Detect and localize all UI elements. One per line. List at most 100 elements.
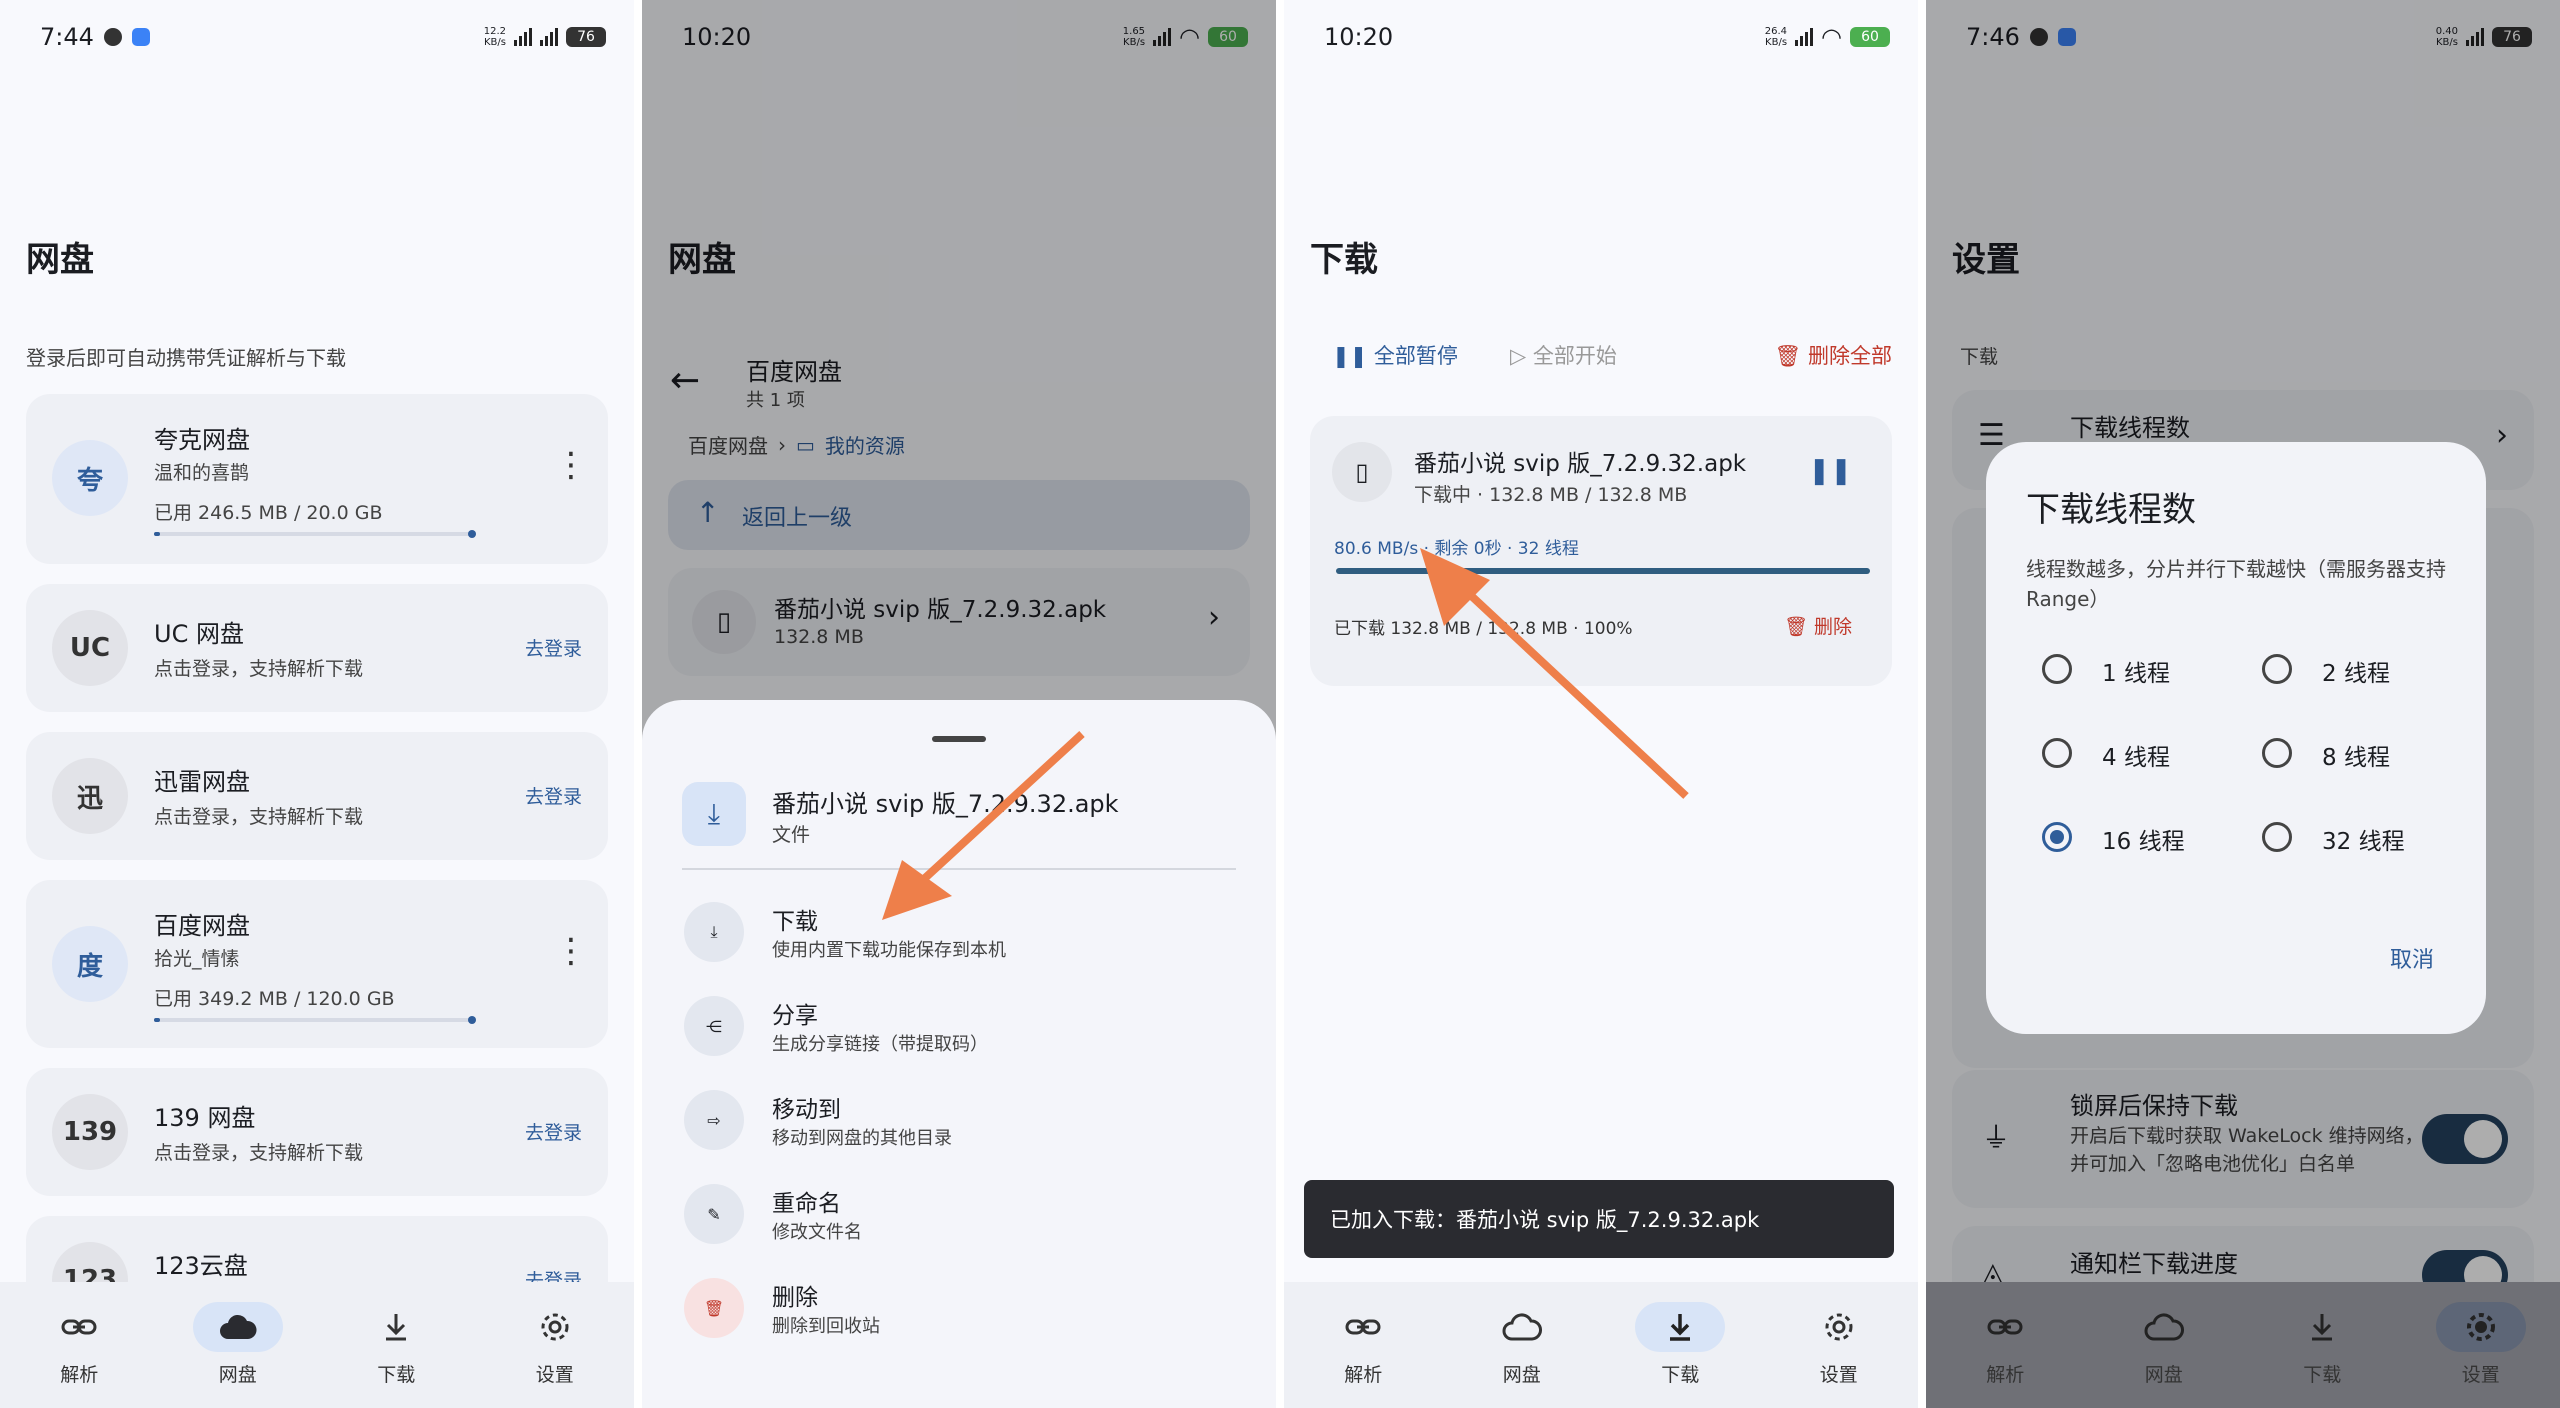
trash-icon: 🗑: [1783, 616, 1814, 638]
delete-all-label: 删除全部: [1808, 344, 1892, 368]
bottom-sheet: ⤓ 番茄小说 svip 版_7.2.9.32.apk 文件 ⤓ 下载 使用内置下载功…: [642, 700, 1276, 1408]
gear-icon: [541, 1313, 569, 1341]
nav-settings[interactable]: 设置: [495, 1302, 615, 1387]
login-link[interactable]: 去登录: [525, 634, 582, 661]
nav-label: 解析: [1344, 1364, 1383, 1386]
cloud-card-uc[interactable]: UC UC 网盘 点击登录，支持解析下载 去登录: [26, 584, 608, 712]
dialog-desc: 线程数越多，分片并行下载越快（需服务器支持 Range）: [2026, 557, 2446, 611]
nav-download[interactable]: 下载: [1620, 1302, 1740, 1387]
speed-info: 80.6 MB/s · 剩余 0秒 · 32 线程: [1334, 539, 1579, 559]
radio-8[interactable]: [2262, 738, 2292, 768]
cloud-card-xunlei[interactable]: 迅 迅雷网盘 点击登录，支持解析下载 去登录: [26, 732, 608, 860]
action-download[interactable]: ⤓ 下载 使用内置下载功能保存到本机: [684, 896, 1236, 966]
task-file-name: 番茄小说 svip 版_7.2.9.32.apk: [1414, 451, 1747, 477]
radio-32[interactable]: [2262, 822, 2292, 852]
cloud-usage: 已用 349.2 MB / 120.0 GB: [154, 988, 395, 1010]
download-icon: [386, 1314, 407, 1341]
radio-1[interactable]: [2042, 654, 2072, 684]
signal-icon: [540, 28, 558, 46]
cloud-usage: 已用 246.5 MB / 20.0 GB: [154, 502, 383, 524]
more-vert-icon[interactable]: ⋮: [554, 934, 588, 968]
cloud-icon: [2144, 1313, 2184, 1341]
bottom-nav: 解析 网盘 下载 设置: [1926, 1282, 2560, 1408]
cloud-desc: 点击登录，支持解析下载: [154, 658, 364, 680]
avatar: 度: [52, 926, 128, 1002]
cloud-desc: 点击登录，支持解析下载: [154, 1142, 364, 1164]
pause-all-button[interactable]: ❚❚ 全部暂停: [1332, 340, 1458, 370]
cloud-card-139[interactable]: 139 139 网盘 点击登录，支持解析下载 去登录: [26, 1068, 608, 1196]
nav-parse[interactable]: 解析: [19, 1302, 139, 1387]
task-state: 下载中 · 132.8 MB / 132.8 MB: [1414, 484, 1688, 506]
delete-all-button[interactable]: 🗑 删除全部: [1775, 340, 1892, 370]
file-icon: ▯: [1332, 442, 1392, 502]
login-link[interactable]: 去登录: [525, 782, 582, 809]
nav-disk[interactable]: 网盘: [2104, 1302, 2224, 1387]
clock: 7:44: [40, 23, 94, 51]
battery-icon: 76: [566, 27, 606, 47]
gear-icon: [1825, 1313, 1853, 1341]
action-move[interactable]: ⇨ 移动到 移动到网盘的其他目录: [684, 1084, 1236, 1154]
download-toolbar: ❚❚ 全部暂停 ▷ 全部开始 🗑 删除全部: [1310, 340, 1892, 380]
download-icon: [2312, 1314, 2333, 1341]
delete-task-button[interactable]: 🗑 删除: [1784, 612, 1852, 639]
action-rename[interactable]: ✎ 重命名 修改文件名: [684, 1178, 1236, 1248]
share-icon: ⋲: [684, 996, 744, 1056]
option-label: 32 线程: [2322, 829, 2405, 855]
cloud-name: 夸克网盘: [154, 426, 250, 454]
usage-bar: [154, 530, 476, 538]
action-desc: 使用内置下载功能保存到本机: [772, 940, 1006, 961]
option-label: 2 线程: [2322, 661, 2390, 687]
download-task-card[interactable]: ▯ 番茄小说 svip 版_7.2.9.32.apk 下载中 · 132.8 M…: [1310, 416, 1892, 686]
nav-settings[interactable]: 设置: [1779, 1302, 1899, 1387]
action-delete[interactable]: 🗑 删除 删除到回收站: [684, 1272, 1236, 1342]
cloud-account: 拾光_情愫: [154, 948, 240, 970]
cloud-icon: [1502, 1313, 1542, 1341]
start-all-button[interactable]: ▷ 全部开始: [1510, 340, 1617, 370]
drag-handle[interactable]: [932, 736, 986, 742]
radio-4[interactable]: [2042, 738, 2072, 768]
page-title: 下载: [1310, 240, 1378, 280]
nav-disk[interactable]: 网盘: [178, 1302, 298, 1387]
action-desc: 移动到网盘的其他目录: [772, 1128, 952, 1149]
page-subtitle: 登录后即可自动携带凭证解析与下载: [26, 346, 346, 370]
nav-label: 解析: [1986, 1364, 2025, 1386]
cloud-card-quark[interactable]: 夸 夸克网盘 温和的喜鹊 已用 246.5 MB / 20.0 GB ⋮: [26, 394, 608, 564]
download-icon: [1670, 1314, 1691, 1341]
radio-2[interactable]: [2262, 654, 2292, 684]
bottom-nav: 解析 网盘 下载 设置: [0, 1282, 634, 1408]
downloaded-info: 已下载 132.8 MB / 132.8 MB · 100%: [1334, 619, 1633, 639]
app-notification-icon: [131, 28, 150, 46]
snackbar: 已加入下载：番茄小说 svip 版_7.2.9.32.apk: [1304, 1180, 1894, 1258]
bottom-nav: 解析 网盘 下载 设置: [1284, 1282, 1918, 1408]
nav-parse[interactable]: 解析: [1303, 1302, 1423, 1387]
avatar: 夸: [52, 440, 128, 516]
nav-disk[interactable]: 网盘: [1462, 1302, 1582, 1387]
action-title: 重命名: [772, 1191, 841, 1217]
pencil-icon: ✎: [684, 1184, 744, 1244]
nav-label: 设置: [535, 1364, 574, 1386]
action-title: 移动到: [772, 1097, 841, 1123]
nav-parse[interactable]: 解析: [1945, 1302, 2065, 1387]
login-link[interactable]: 去登录: [525, 1118, 582, 1145]
nav-label: 下载: [2303, 1364, 2342, 1386]
avatar: UC: [52, 610, 128, 686]
status-bar: 7:44 12.2 KB/s 76: [40, 22, 606, 52]
avatar: 139: [52, 1094, 128, 1170]
action-share[interactable]: ⋲ 分享 生成分享链接（带提取码）: [684, 990, 1236, 1060]
radio-16[interactable]: [2042, 822, 2072, 852]
net-speed: 12.2 KB/s: [483, 26, 506, 48]
more-vert-icon[interactable]: ⋮: [554, 448, 588, 482]
play-icon: ▷: [1510, 344, 1533, 368]
cancel-button[interactable]: 取消: [2390, 942, 2434, 974]
pause-button[interactable]: ❚❚: [1808, 456, 1852, 486]
dialog-title: 下载线程数: [2026, 490, 2196, 530]
progress-bar: [1336, 568, 1870, 574]
cloud-name: 123云盘: [154, 1252, 248, 1280]
nav-download[interactable]: 下载: [2262, 1302, 2382, 1387]
nav-download[interactable]: 下载: [336, 1302, 456, 1387]
cloud-card-baidu[interactable]: 度 百度网盘 拾光_情愫 已用 349.2 MB / 120.0 GB ⋮: [26, 880, 608, 1048]
link-icon: [61, 1319, 97, 1335]
cloud-name: 百度网盘: [154, 912, 250, 940]
nav-settings[interactable]: 设置: [2421, 1302, 2541, 1387]
app-notification-icon: [103, 28, 122, 46]
